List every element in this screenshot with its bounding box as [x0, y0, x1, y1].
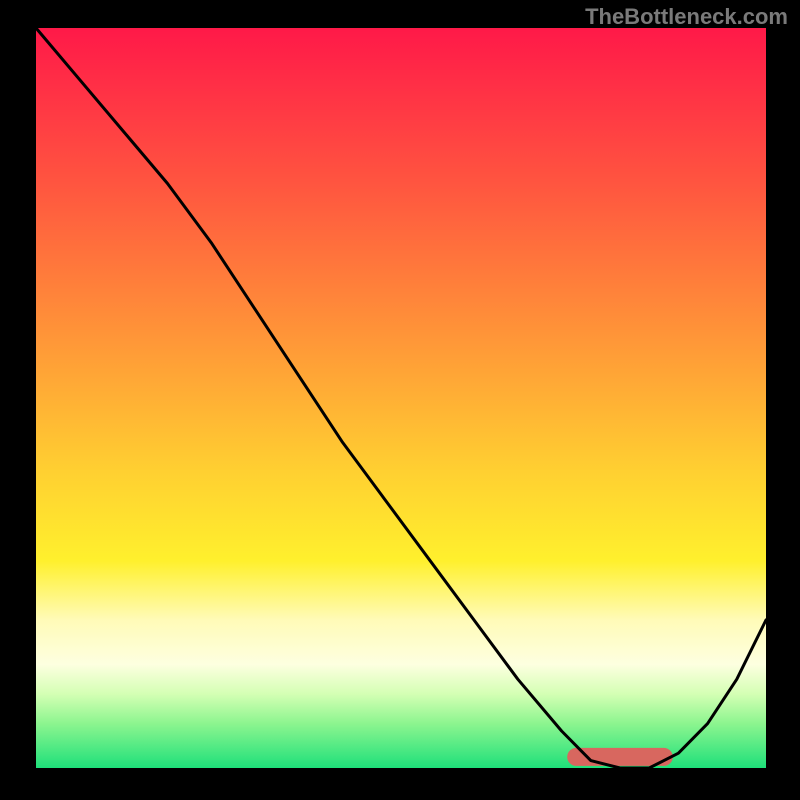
bottleneck-curve	[36, 28, 766, 768]
chart-stage: TheBottleneck.com	[0, 0, 800, 800]
watermark-text: TheBottleneck.com	[585, 4, 788, 30]
chart-overlay	[36, 28, 766, 768]
